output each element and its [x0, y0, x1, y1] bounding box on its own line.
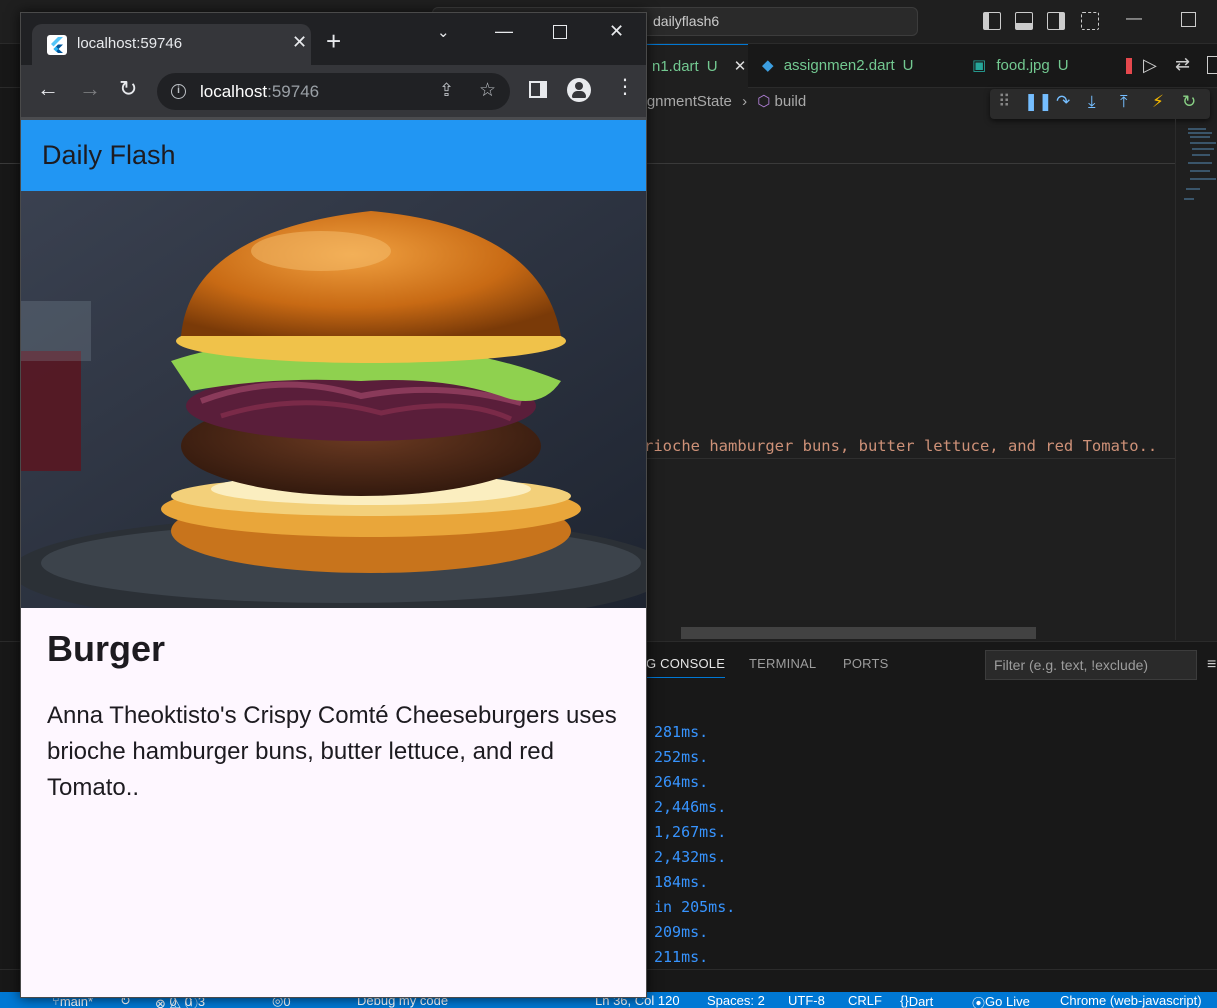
more-menu-icon[interactable]: ⋮ [615, 77, 635, 97]
console-log-line: 2,446ms. [654, 798, 727, 816]
tab-food-jpg[interactable]: ▣ food.jpg U [960, 44, 1110, 88]
dart-file-icon: ◆ [762, 57, 774, 74]
bookmark-star-icon[interactable]: ☆ [479, 79, 496, 102]
toggle-secondary-sidebar-icon[interactable] [1047, 12, 1065, 30]
run-icon[interactable]: ▷ [1143, 55, 1157, 76]
url-port: :59746 [267, 82, 320, 101]
app-bar: Daily Flash [21, 120, 646, 191]
go-live-label: Go Live [985, 994, 1030, 1008]
tab-search-icon[interactable]: ⌄ [437, 23, 450, 41]
minimap[interactable] [1175, 118, 1217, 640]
console-log-line: 2,432ms. [654, 848, 727, 866]
reload-icon[interactable]: ↻ [119, 78, 137, 100]
console-log-line: 1,267ms. [654, 823, 727, 841]
burger-image [21, 191, 646, 608]
tab-label: assignmen2.dart [783, 57, 895, 74]
app-title: Daily Flash [42, 140, 176, 170]
tab-title: localhost:59746 [77, 35, 183, 52]
tab-ports[interactable]: PORTS [843, 656, 889, 671]
chrome-window: localhost:59746 ✕ + ⌄ — ✕ ← → ↻ i localh… [20, 12, 647, 998]
breadcrumb-class[interactable]: signmentState [636, 93, 732, 110]
close-window-icon[interactable]: ✕ [609, 21, 624, 42]
share-icon[interactable]: ⇪ [439, 80, 454, 101]
food-description: Anna Theoktisto's Crispy Comté Cheesebur… [47, 702, 617, 801]
flutter-favicon-icon [47, 35, 67, 55]
toggle-primary-sidebar-icon[interactable] [983, 12, 1001, 30]
food-title: Burger [47, 628, 166, 669]
console-log-line: 184ms. [654, 873, 709, 891]
site-info-icon[interactable]: i [171, 84, 186, 99]
breadcrumb-method[interactable]: build [775, 93, 807, 110]
side-panel-icon[interactable] [529, 81, 547, 98]
close-icon[interactable]: ✕ [734, 58, 747, 75]
console-log-line: 252ms. [654, 748, 709, 766]
method-icon: ⬡ [757, 93, 771, 110]
language-mode[interactable]: {} Dart [900, 993, 933, 1008]
hot-reload-icon[interactable]: ⚡ [1152, 92, 1164, 112]
tab-label: n1.dart [652, 58, 699, 75]
flutter-app: Daily Flash Burger Anna Theoktisto's Cri… [21, 120, 646, 997]
chrome-toolbar: ← → ↻ i localhost:59746 ⇪ ☆ ⋮ [21, 65, 646, 117]
encoding[interactable]: UTF-8 [788, 993, 825, 1008]
step-out-icon[interactable]: ⤒ [1120, 92, 1128, 112]
console-log-line: 211ms. [654, 948, 709, 966]
close-tab-icon[interactable]: ✕ [292, 32, 307, 53]
customize-layout-icon[interactable] [1081, 12, 1099, 30]
word-wrap-icon[interactable]: ≡ [1207, 656, 1216, 674]
untracked-badge: U [706, 58, 718, 75]
pause-icon[interactable]: ❚❚ [1024, 92, 1053, 112]
untracked-badge: U [1057, 57, 1069, 74]
console-log-line: 281ms. [654, 723, 709, 741]
minimize-icon[interactable]: — [495, 21, 513, 42]
drag-handle-icon[interactable]: ⠿ [998, 92, 1010, 112]
language-name: Dart [908, 994, 934, 1008]
tab-terminal[interactable]: TERMINAL [749, 656, 816, 671]
indentation[interactable]: Spaces: 2 [707, 993, 765, 1008]
new-tab-icon[interactable]: + [326, 28, 341, 54]
tab-overflow-icon[interactable] [1126, 58, 1132, 74]
compare-changes-icon[interactable]: ⇄ [1175, 54, 1190, 75]
step-into-icon[interactable]: ⤓ [1088, 92, 1096, 112]
hot-restart-icon[interactable]: ↻ [1182, 92, 1196, 112]
profile-avatar-icon[interactable] [567, 78, 591, 102]
toggle-panel-icon[interactable] [1015, 12, 1033, 30]
image-file-icon: ▣ [972, 57, 987, 74]
console-log-line: in 205ms. [654, 898, 736, 916]
url-text[interactable]: localhost:59746 [200, 82, 319, 102]
split-editor-icon[interactable] [1207, 56, 1217, 74]
line-endings[interactable]: CRLF [848, 993, 882, 1008]
tab-label: food.jpg [996, 57, 1050, 74]
tab-debug-console[interactable]: G CONSOLE [646, 656, 726, 678]
vscode-maximize-icon[interactable] [1181, 12, 1196, 27]
horizontal-scrollbar[interactable] [681, 627, 1036, 639]
browser-tab[interactable]: localhost:59746 ✕ [32, 24, 311, 65]
device-selector[interactable]: Chrome (web-javascript) [1060, 993, 1202, 1008]
url-host: localhost [200, 82, 268, 101]
back-icon[interactable]: ← [37, 78, 59, 100]
untracked-badge: U [902, 57, 914, 74]
step-over-icon[interactable]: ↷ [1056, 92, 1070, 112]
forward-icon[interactable]: → [79, 78, 101, 100]
chevron-right-icon: › [742, 93, 748, 110]
console-log-line: 209ms. [654, 923, 709, 941]
address-bar[interactable]: i localhost:59746 ⇪ ☆ [157, 73, 510, 110]
console-filter-input[interactable]: Filter (e.g. text, !exclude) [985, 650, 1197, 680]
debug-toolbar: ⠿ ❚❚ ↷ ⤓ ⤒ ⚡ ↻ [990, 89, 1210, 119]
maximize-icon[interactable] [553, 25, 567, 39]
vscode-minimize-icon[interactable]: — [1126, 10, 1142, 28]
tab-assignmen2[interactable]: ◆ assignmen2.dart U [750, 44, 950, 88]
go-live[interactable]: ⦿ Go Live [972, 993, 1030, 1008]
console-log-line: 264ms. [654, 773, 709, 791]
code-line[interactable]: rioche hamburger buns, butter lettuce, a… [644, 433, 1175, 459]
